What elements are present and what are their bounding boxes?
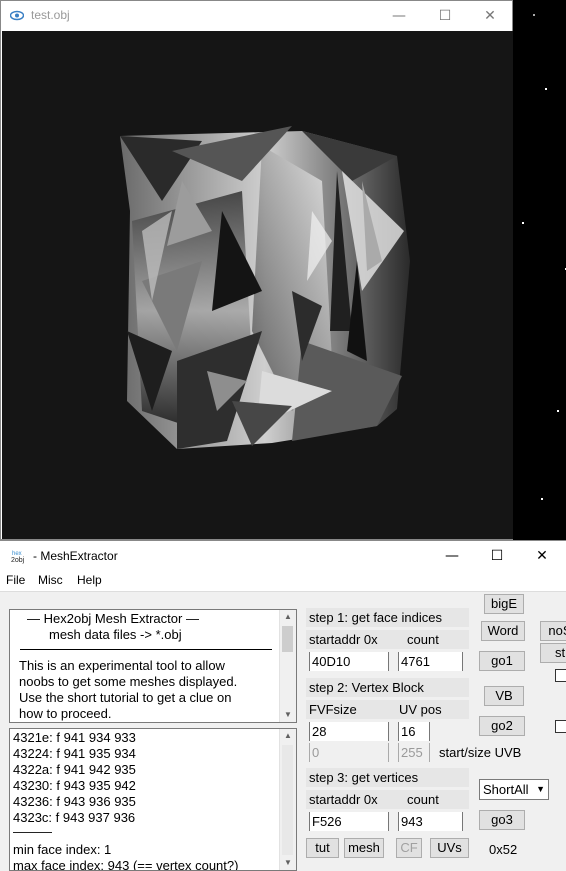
scroll-down-icon[interactable]: ▼ (280, 856, 296, 870)
info-line: how to proceed. (19, 706, 112, 721)
scroll-track[interactable] (282, 745, 293, 855)
go3-button[interactable]: go3 (479, 810, 525, 830)
maximize-button[interactable]: ☐ (474, 541, 520, 571)
scroll-thumb[interactable] (282, 626, 293, 652)
log-separator: ——— (13, 824, 52, 839)
option-checkbox[interactable] (555, 669, 566, 682)
step3-count-input[interactable]: 943 (398, 812, 463, 831)
menu-file[interactable]: File (6, 573, 25, 587)
log-min-face: min face index: 1 (13, 842, 112, 857)
uvb-label: start/size UVB (439, 745, 522, 760)
hex-value: 0x52 (489, 842, 518, 857)
menu-help[interactable]: Help (77, 573, 102, 587)
info-line: This is an experimental tool to allow (19, 658, 225, 673)
log-row: 43236: f 943 936 935 (13, 794, 136, 809)
minimize-button[interactable]: — (376, 1, 422, 31)
star (533, 14, 535, 16)
extractor-title-bar[interactable]: hex 2obj - MeshExtractor — ☐ ✕ (0, 541, 566, 571)
step3-startaddr-input[interactable]: F526 (309, 812, 389, 831)
obj-viewer-window: test.obj — ☐ ✕ (0, 0, 513, 540)
tut-button[interactable]: tut (306, 838, 339, 858)
desktop-background (513, 0, 566, 540)
info-heading: — Hex2obj Mesh Extractor — (27, 611, 199, 626)
close-button[interactable]: ✕ (519, 541, 565, 571)
scroll-up-icon[interactable]: ▲ (280, 610, 296, 624)
step1-start-label: startaddr 0x (309, 632, 378, 647)
step3-header: step 3: get vertices (306, 768, 469, 787)
nos-button[interactable]: noS (540, 621, 566, 641)
step2-header: step 2: Vertex Block (306, 678, 469, 697)
step1-count-label: count (407, 632, 439, 647)
big-endian-button[interactable]: bigE (484, 594, 524, 614)
hex2obj-app-icon: hex 2obj (10, 548, 28, 564)
info-subheading: mesh data files -> *.obj (49, 627, 182, 642)
menu-bar: File Misc Help (0, 571, 566, 592)
log-row: 4322a: f 941 942 935 (13, 762, 136, 777)
star (557, 410, 559, 412)
3d-viewport[interactable] (2, 31, 513, 539)
step2-uv-label: UV pos (399, 702, 442, 717)
chevron-down-icon: ▼ (536, 784, 545, 794)
step3-start-label: startaddr 0x (309, 792, 378, 807)
info-divider (20, 649, 272, 650)
step1-labels: startaddr 0x count (306, 630, 469, 649)
st-button[interactable]: st (540, 643, 566, 663)
word-button[interactable]: Word (481, 621, 525, 641)
app-eye-icon (10, 10, 24, 21)
log-textbox[interactable]: 4321e: f 941 934 933 43224: f 941 935 93… (9, 728, 297, 871)
log-row: 43224: f 941 935 934 (13, 746, 136, 761)
go2-button[interactable]: go2 (479, 716, 525, 736)
step1-count-input[interactable]: 4761 (398, 652, 463, 671)
step3-labels: startaddr 0x count (306, 790, 469, 809)
star (545, 88, 547, 90)
uvb-start-input[interactable]: 0 (309, 743, 389, 762)
star (522, 222, 524, 224)
log-max-face: max face index: 943 (== vertex count?) (13, 858, 239, 871)
short-all-value: ShortAll (483, 782, 529, 797)
scroll-down-icon[interactable]: ▼ (280, 708, 296, 722)
svg-text:2obj: 2obj (11, 557, 25, 564)
mesh-extractor-window: hex 2obj - MeshExtractor — ☐ ✕ File Misc… (0, 540, 566, 871)
vb-button[interactable]: VB (484, 686, 524, 706)
info-line: noobs to get some meshes displayed. (19, 674, 238, 689)
viewer-title-bar[interactable]: test.obj — ☐ ✕ (1, 1, 512, 31)
cf-button[interactable]: CF (396, 838, 422, 858)
maximize-button[interactable]: ☐ (422, 1, 468, 31)
step1-startaddr-input[interactable]: 40D10 (309, 652, 389, 671)
close-button[interactable]: ✕ (467, 1, 513, 31)
fvf-size-input[interactable]: 28 (309, 722, 389, 741)
log-row: 4321e: f 941 934 933 (13, 730, 136, 745)
uvs-button[interactable]: UVs (430, 838, 469, 858)
mesh-render (120, 126, 410, 449)
uvb-size-input[interactable]: 255 (398, 743, 430, 762)
option-checkbox[interactable] (555, 720, 566, 733)
step2-fvf-label: FVFsize (309, 702, 357, 717)
info-textbox[interactable]: — Hex2obj Mesh Extractor — mesh data fil… (9, 609, 297, 723)
info-line: Use the short tutorial to get a clue on (19, 690, 232, 705)
log-scrollbar[interactable]: ▲ ▼ (279, 729, 296, 870)
extractor-title: - MeshExtractor (33, 549, 118, 563)
viewer-title: test.obj (31, 8, 70, 22)
short-all-select[interactable]: ShortAll ▼ (479, 779, 549, 800)
step2-labels: FVFsize UV pos (306, 700, 469, 719)
star (541, 498, 543, 500)
minimize-button[interactable]: — (429, 541, 475, 571)
mesh-button[interactable]: mesh (344, 838, 384, 858)
menu-misc[interactable]: Misc (38, 573, 63, 587)
uv-pos-input[interactable]: 16 (398, 722, 430, 741)
scroll-up-icon[interactable]: ▲ (280, 729, 296, 743)
log-row: 4323c: f 943 937 936 (13, 810, 136, 825)
log-row: 43230: f 943 935 942 (13, 778, 136, 793)
go1-button[interactable]: go1 (479, 651, 525, 671)
step3-count-label: count (407, 792, 439, 807)
info-scrollbar[interactable]: ▲ ▼ (279, 610, 296, 722)
step1-header: step 1: get face indices (306, 608, 469, 627)
